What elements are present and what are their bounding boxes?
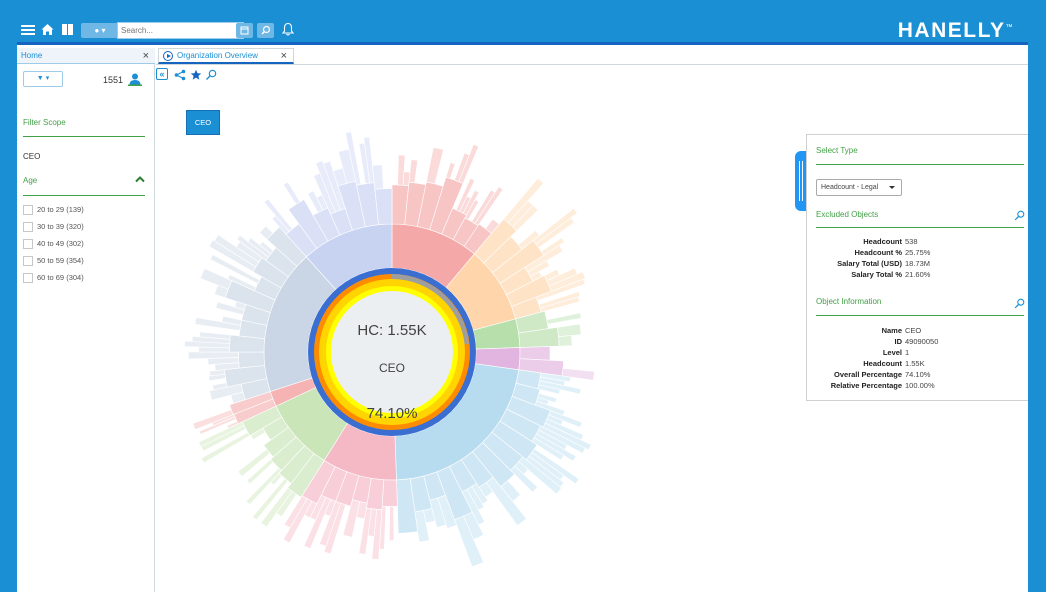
bell-icon[interactable] [281,22,295,38]
main-content: HC: 1.55K CEO 74.10% Organization Overvi… [156,48,1028,592]
tab-home-label: Home [21,51,43,60]
top-bar: ● ▾ HANELLY™ [17,17,1028,45]
globe-icon: ● [94,26,100,35]
search-icon[interactable] [1014,210,1025,221]
excluded-objects-title: Excluded Objects [816,210,879,219]
divider [816,164,1024,165]
checkbox[interactable] [23,239,33,250]
object-info-row: ID 49090050 [894,337,939,346]
tab-org-label: Organization Overview [177,51,258,60]
collapse-sidebar-button[interactable]: « [156,68,168,80]
sunburst-segment[interactable] [519,346,551,361]
home-icon[interactable] [41,23,54,39]
filter-icon: ▼ [36,75,44,82]
divider [816,315,1024,316]
app-window: ● ▾ HANELLY™ Home × ▼ ▾ 1551 Filter Scop [17,17,1028,592]
caret-down-icon [889,186,895,189]
select-type-dropdown[interactable]: Headcount - Legal [816,179,902,196]
breadcrumb-ceo-button[interactable]: CEO [186,110,220,135]
left-sidebar: Home × ▼ ▾ 1551 Filter Scope CEO Age 20 … [17,48,155,592]
sunburst-segment[interactable] [238,351,266,369]
sunburst-segment[interactable] [245,467,282,506]
sunburst-segment[interactable] [381,479,398,507]
sunburst-segment[interactable] [532,207,578,245]
sunburst-segment[interactable] [282,181,301,205]
age-option[interactable]: 60 to 69 (304) [23,272,84,285]
age-section-title: Age [23,176,38,185]
divider [23,195,145,196]
caret-down-icon: ▾ [45,75,50,82]
info-panel: Select Type Headcount - Legal Excluded O… [806,134,1028,401]
close-icon[interactable]: × [281,49,287,63]
divider [23,136,145,137]
checkbox[interactable] [23,222,33,233]
object-information-title: Object Information [816,297,882,306]
object-info-row: Headcount 1.55K [863,359,925,368]
checkbox[interactable] [23,205,33,216]
sunburst-segment[interactable] [445,162,456,180]
tab-home[interactable]: Home × [17,48,155,64]
sunburst-segment[interactable] [408,159,418,184]
select-type-value: Headcount - Legal [821,184,879,191]
globe-dropdown-button[interactable]: ● ▾ [81,23,119,38]
sunburst-segment[interactable] [199,268,233,290]
search-icon[interactable] [1014,298,1025,309]
chevron-up-icon[interactable] [135,175,145,183]
age-option[interactable]: 50 to 59 (354) [23,255,84,268]
search-icon [261,25,271,35]
caret-down-icon: ▾ [101,26,106,35]
divider [816,227,1024,228]
filter-scope-value: CEO [23,152,41,161]
excluded-row: Headcount % 25.75% [854,248,931,257]
object-info-row: Name CEO [881,326,922,335]
checkbox[interactable] [23,273,33,284]
age-option[interactable]: 40 to 49 (302) [23,238,84,251]
sunburst-segment[interactable] [426,147,444,185]
search-button[interactable] [257,23,274,38]
favorite-star-icon[interactable] [190,69,202,81]
hamburger-menu-icon[interactable] [21,24,35,40]
filter-dropdown-button[interactable]: ▼ ▾ [23,71,63,87]
object-info-row: Relative Percentage 100.00% [830,381,935,390]
object-info-row: Level 1 [882,348,910,357]
sunburst-segment[interactable] [558,335,573,347]
excluded-row: Salary Total (USD) 18.73M [837,259,931,268]
age-option[interactable]: 30 to 39 (320) [23,221,84,234]
sunburst-segment[interactable] [388,506,395,541]
select-type-title: Select Type [816,146,858,155]
employee-count: 1551 [103,75,124,85]
tab-organization-overview[interactable]: Organization Overview × [158,48,294,64]
sunburst-segment[interactable] [263,198,293,232]
age-option[interactable]: 20 to 29 (139) [23,204,84,217]
excluded-row: Salary Total % 21.60% [851,270,931,279]
checkbox[interactable] [23,256,33,267]
share-icon[interactable] [174,69,186,81]
brand-logo: HANELLY™ [897,19,1014,42]
close-icon[interactable]: × [143,48,149,64]
play-icon [163,51,173,61]
excluded-row: Headcount 538 [863,237,918,246]
center-name: CEO [379,361,405,375]
object-info-row: Overall Percentage 74.10% [834,370,931,379]
tab-divider [156,64,1028,65]
center-circle[interactable] [331,291,453,413]
center-headcount: HC: 1.55K [357,322,426,339]
sunburst-segment[interactable] [557,323,582,338]
sunburst-segment[interactable] [237,448,271,477]
calendar-icon [240,26,249,35]
search-icon[interactable] [205,69,217,81]
person-icon [128,73,142,86]
filter-scope-title: Filter Scope [23,118,66,127]
book-icon[interactable] [61,23,74,39]
calendar-button[interactable] [236,23,253,38]
search-input[interactable] [117,22,244,39]
center-percent: 74.10% [367,405,418,422]
sunburst-segment[interactable] [546,312,582,325]
